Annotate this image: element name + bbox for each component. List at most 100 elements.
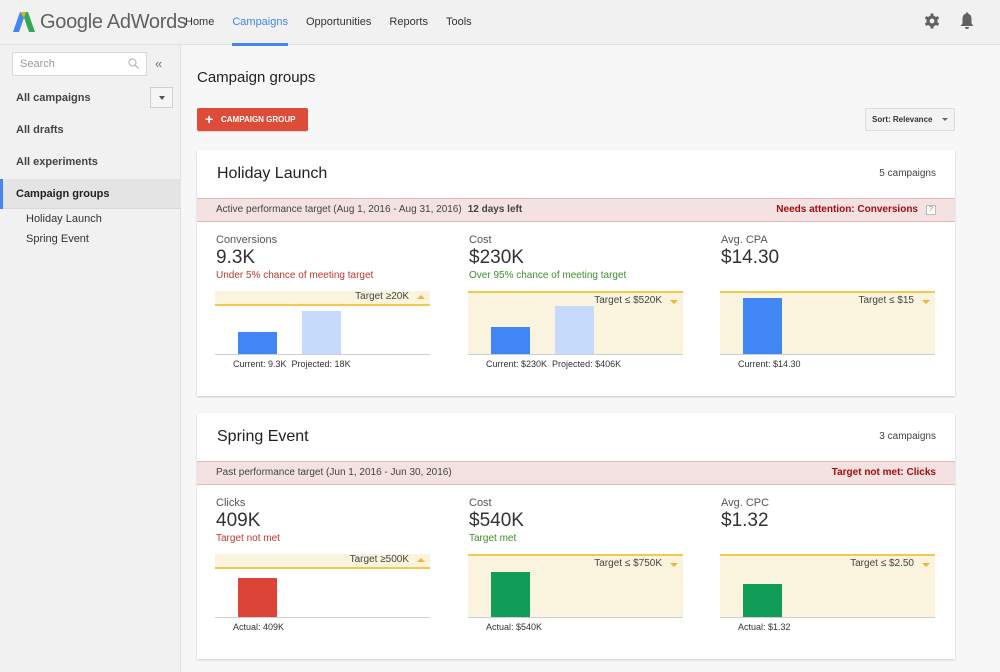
target-label: Target ≤ $750K [594, 558, 662, 569]
bar-labels: Current: $230K Projected: $406K [486, 359, 626, 369]
campaign-group-card: Spring Event 3 campaigns Past performance … [197, 413, 955, 659]
bar-current [743, 298, 782, 354]
metric-value: $230K [469, 247, 524, 268]
sidebar-item-all-drafts[interactable]: All drafts [0, 115, 181, 145]
target-line [215, 304, 430, 306]
metric-summary: Clicks 409K Target not met [216, 497, 431, 545]
chart-baseline [720, 617, 935, 618]
metric-value: 9.3K [216, 247, 256, 268]
campaign-group-card: Holiday Launch 5 campaigns Active performa… [197, 150, 955, 396]
sidebar-item-all-experiments[interactable]: All experiments [0, 147, 181, 177]
metric-summary: Cost $540K Target met [469, 497, 684, 545]
adwords-logo-icon [13, 12, 35, 32]
status-text: Target not met: Clicks [831, 467, 936, 478]
status-alert: Target not met: Clicks [832, 462, 936, 484]
chart-baseline [468, 354, 683, 355]
target-line [468, 554, 683, 556]
nav-tools[interactable]: Tools [437, 0, 481, 45]
target-line [215, 567, 430, 569]
nav-opportunities[interactable]: Opportunities [297, 0, 380, 45]
target-down-arrow-icon [922, 563, 930, 567]
metric-value: $1.32 [721, 510, 769, 531]
metric-target-chart: Target ≤ $2.50 [720, 554, 935, 618]
bar-projected [302, 311, 341, 354]
metric-value: $14.30 [721, 247, 780, 268]
metric-note: Target met [469, 533, 517, 544]
bar-actual [743, 584, 782, 617]
metric-summary: Conversions 9.3K Under 5% chance of meetin… [216, 234, 431, 282]
brand-name: Google AdWords [40, 11, 187, 33]
sort-dropdown[interactable]: Sort: Relevance [865, 108, 955, 131]
metric-note [721, 533, 936, 545]
group-title[interactable]: Spring Event [217, 428, 309, 446]
chart-baseline [720, 354, 935, 355]
target-label: Target ≥20K [355, 291, 409, 302]
top-bar: Google AdWords Home Campaigns Opportunit… [0, 0, 1000, 46]
target-label: Target ≥500K [349, 554, 409, 565]
status-alert: Needs attention: Conversions? [776, 199, 936, 221]
target-banner: Past performance target (Jun 1, 2016 - J… [197, 461, 955, 485]
metric-target-chart: Target ≤ $15 [720, 291, 935, 355]
plus-icon: + [205, 111, 214, 127]
target-label: Target ≤ $520K [594, 295, 662, 306]
metric-summary: Avg. CPC $1.32 [721, 497, 936, 545]
nav-reports[interactable]: Reports [380, 0, 437, 45]
metric-label: Avg. CPC [721, 497, 770, 509]
search-box [12, 52, 147, 76]
help-icon[interactable]: ? [926, 205, 936, 215]
sidebar: « All campaigns All drafts All experimen… [0, 45, 181, 672]
metric-target-chart: Target ≥500K [215, 554, 430, 618]
collapse-sidebar-icon[interactable]: « [155, 56, 162, 71]
target-label: Target ≤ $15 [858, 295, 914, 306]
search-icon [128, 58, 139, 69]
bar-actual [238, 578, 277, 617]
bar-current [491, 327, 530, 354]
target-down-arrow-icon [670, 300, 678, 304]
metric-summary: Cost $230K Over 95% chance of meeting targ… [469, 234, 684, 282]
metric-label: Cost [469, 234, 492, 246]
metric-label: Conversions [216, 234, 278, 246]
chart-baseline [215, 354, 430, 355]
target-period: Active performance target (Aug 1, 2016 -… [216, 204, 462, 215]
gear-icon[interactable] [924, 13, 940, 29]
metric-note: Under 5% chance of meeting target [216, 270, 374, 281]
metric-label: Cost [469, 497, 492, 509]
add-campaign-group-button[interactable]: + CAMPAIGN GROUP [197, 108, 308, 131]
sidebar-item-campaign-groups[interactable]: Campaign groups [0, 179, 181, 209]
bar-value-label: Current: 9.3K [233, 359, 287, 369]
page-title: Campaign groups [197, 69, 316, 86]
metric-label: Clicks [216, 497, 246, 509]
bar-value-label: Current: $230K [486, 359, 548, 369]
target-up-arrow-icon [417, 558, 425, 562]
metric-target-chart: Target ≤ $520K [468, 291, 683, 355]
nav-home[interactable]: Home [176, 0, 223, 45]
bar-projected [555, 306, 594, 354]
main-content: Campaign groups + CAMPAIGN GROUP Sort: R… [182, 46, 1000, 672]
add-campaign-group-label: CAMPAIGN GROUP [221, 115, 296, 124]
metric-target-chart: Target ≤ $750K [468, 554, 683, 618]
group-title[interactable]: Holiday Launch [217, 165, 327, 183]
chart-baseline [468, 617, 683, 618]
metric-note [721, 270, 936, 282]
campaigns-dropdown-button[interactable] [150, 87, 173, 108]
sidebar-subitem-holiday-launch[interactable]: Holiday Launch [26, 213, 102, 225]
metric-summary: Avg. CPA $14.30 [721, 234, 936, 282]
bell-icon[interactable] [959, 12, 975, 30]
bar-labels: Actual: $540K [486, 622, 547, 632]
search-input[interactable] [13, 53, 123, 75]
bar-value-label: Projected: $406K [552, 359, 622, 369]
bar-actual [491, 572, 530, 617]
nav-campaigns[interactable]: Campaigns [223, 0, 297, 46]
metric-label: Avg. CPA [721, 234, 768, 246]
metric-target-chart: Target ≥20K [215, 291, 430, 355]
target-down-arrow-icon [922, 300, 930, 304]
sidebar-subitem-spring-event[interactable]: Spring Event [26, 233, 89, 245]
target-label: Target ≤ $2.50 [850, 558, 914, 569]
metric-note: Target not met [216, 533, 280, 544]
days-left: 12 days left [467, 204, 523, 215]
target-period: Past performance target (Jun 1, 2016 - J… [216, 467, 452, 478]
bar-labels: Current: $14.30 [738, 359, 806, 369]
target-up-arrow-icon [417, 295, 425, 299]
chart-baseline [215, 617, 430, 618]
target-down-arrow-icon [670, 563, 678, 567]
